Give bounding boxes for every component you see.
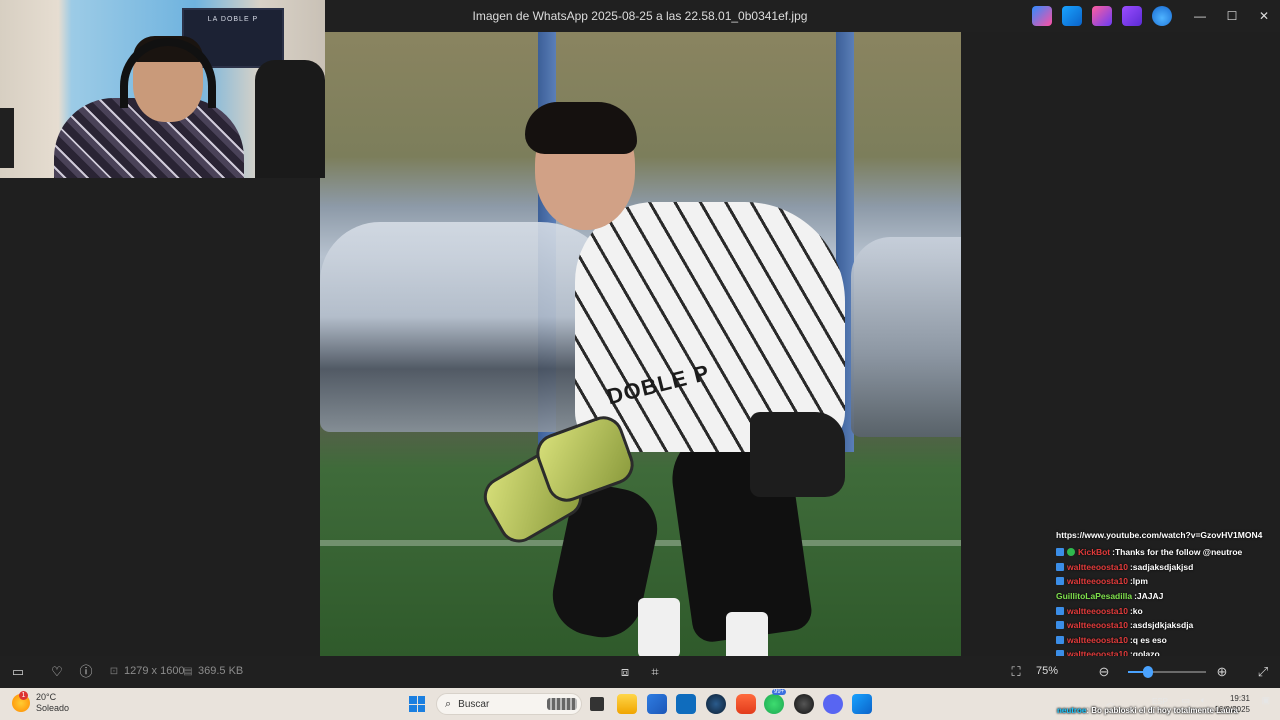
chat-caption: neutroe: Bo pabloski el dí hoy totalment…: [1057, 706, 1238, 715]
store-icon[interactable]: [647, 694, 667, 714]
bot-badge-icon: [1067, 548, 1075, 557]
chat-text: sadjaksdjakjsd: [1132, 561, 1194, 572]
chat-text: q es eso: [1132, 634, 1167, 645]
chat-username[interactable]: waltteeoosta10: [1067, 576, 1128, 586]
chat-username[interactable]: waltteeoosta10: [1067, 620, 1128, 630]
title-bar-apps: [1032, 6, 1172, 26]
chat-message: KickBot: Thanks for the follow @neutroe: [1056, 545, 1280, 560]
volume-icon[interactable]: 🔈︎: [1201, 695, 1206, 706]
chat-username[interactable]: waltteeoosta10: [1067, 606, 1128, 616]
zoom-slider[interactable]: [1128, 666, 1206, 678]
chat-badge-icon: [1056, 606, 1064, 615]
language-indicator[interactable]: ESP: [1152, 697, 1168, 706]
maximize-button[interactable]: ☐: [1216, 0, 1248, 32]
sun-icon: 1: [12, 691, 30, 712]
start-button[interactable]: [409, 696, 425, 712]
weather-temp: 20°C: [36, 692, 57, 702]
caption-text: : Bo pabloski el dí hoy totalmente Laura: [1086, 706, 1238, 715]
photo-viewer-image[interactable]: DOBLE P: [320, 32, 961, 656]
screen: { "window": { "title": "Imagen de WhatsA…: [0, 0, 1280, 720]
search-icon: ⌕: [445, 697, 452, 710]
chat-badge-icon: [1056, 577, 1064, 586]
network-icon[interactable]: ▭: [1181, 695, 1190, 706]
chat-text: Thanks for the follow @neutroe: [1114, 547, 1243, 558]
chat-text: ko: [1132, 605, 1143, 616]
caption-user: neutroe: [1057, 706, 1087, 715]
notifications-icon[interactable]: ▣: [1261, 695, 1270, 706]
poster-text: LA DOBLE P: [207, 16, 259, 23]
chat-message: waltteeoosta10: ko: [1056, 603, 1280, 618]
weather-alert-badge: 1: [19, 691, 28, 700]
whatsapp-icon[interactable]: 99+: [764, 689, 787, 714]
fullscreen-icon[interactable]: ⤢: [1255, 664, 1271, 680]
steam-icon[interactable]: [706, 694, 726, 714]
weather-widget[interactable]: 1 20°C Soleado: [12, 691, 69, 714]
brave-icon[interactable]: [736, 694, 756, 714]
clock-time: 19:31: [1229, 694, 1250, 703]
photos-taskbar-icon[interactable]: [852, 694, 872, 714]
chat-username[interactable]: KickBot: [1078, 547, 1110, 557]
sock-left: [638, 598, 680, 656]
chat-badge-icon: [1056, 635, 1064, 644]
chat-message: waltteeoosta10: q es eso: [1056, 633, 1280, 648]
info-icon[interactable]: ⓘ: [78, 664, 94, 680]
search-highlight-icon: [547, 698, 577, 710]
file-explorer-icon[interactable]: [617, 694, 637, 714]
whatsapp-badge: 99+: [772, 689, 787, 695]
chat-message: waltteeoosta10: lpm: [1056, 574, 1280, 589]
taskbar-search[interactable]: ⌕ Buscar: [436, 693, 582, 715]
close-button[interactable]: ✕: [1248, 0, 1280, 32]
window-controls: — ☐ ✕: [1184, 0, 1280, 32]
clipchamp-icon[interactable]: [1092, 6, 1112, 26]
gaming-chair: [255, 60, 325, 178]
fit-screen-icon[interactable]: ⛶: [1008, 664, 1024, 680]
task-view-icon[interactable]: [590, 697, 604, 711]
chat-badge-icon: [1056, 562, 1064, 571]
player-shorts: [750, 412, 845, 497]
discord-icon[interactable]: [823, 694, 843, 714]
chat-message: GuillitoLaPesadilla: JAJAJ: [1056, 589, 1280, 604]
chat-badge-icon: [1056, 548, 1064, 557]
designer-icon[interactable]: [1122, 6, 1142, 26]
chat-url: https://www.youtube.com/watch?v=GzovHV1M…: [1056, 530, 1263, 540]
chat-message: waltteeoosta10: asdsjdkjaksdja: [1056, 618, 1280, 633]
obs-icon[interactable]: [794, 694, 814, 714]
image-resolution: 1279 x 1600: [124, 665, 185, 677]
filmstrip-icon[interactable]: ▭: [10, 664, 26, 680]
chat-username[interactable]: GuillitoLaPesadilla: [1056, 591, 1132, 601]
chat-badge-icon: [1056, 621, 1064, 630]
favorite-heart-icon[interactable]: ♡: [49, 664, 65, 680]
file-size-icon: ▤: [183, 666, 193, 677]
webcam-overlay: LA DOBLE P: [0, 0, 325, 178]
outlook-icon[interactable]: [676, 694, 696, 714]
chat-message: waltteeoosta10: sadjaksdjakjsd: [1056, 560, 1280, 575]
taskbar: 1 20°C Soleado ⌕ Buscar 99+ ︿ ESP ▭ 🔈︎ 1…: [0, 688, 1280, 720]
chat-username[interactable]: waltteeoosta10: [1067, 635, 1128, 645]
zoom-out-icon[interactable]: ⊖: [1096, 664, 1112, 680]
viewer-toolbar: ▭ ♡ ⓘ ⊡ 1279 x 1600 ▤ 369.5 KB ⧈ ⌗ ⛶ 75%…: [0, 656, 1280, 688]
chat-text: JAJAJ: [1136, 591, 1164, 602]
photo-car-right: [851, 237, 961, 437]
minimize-button[interactable]: —: [1184, 0, 1216, 32]
microphone: [0, 108, 14, 168]
resolution-icon: ⊡: [109, 666, 119, 677]
chat-username[interactable]: waltteeoosta10: [1067, 562, 1128, 572]
text-scan-icon[interactable]: ⌗: [647, 664, 663, 680]
sock-right: [726, 612, 768, 656]
crop-icon[interactable]: ⧈: [617, 664, 633, 680]
chat-text: lpm: [1132, 576, 1148, 587]
weather-text: 20°C Soleado: [36, 692, 69, 714]
zoom-slider-thumb[interactable]: [1142, 666, 1153, 678]
weather-desc: Soleado: [36, 703, 70, 713]
photos-icon[interactable]: [1062, 6, 1082, 26]
zoom-level: 75%: [1036, 665, 1059, 677]
search-placeholder: Buscar: [458, 698, 490, 710]
player-hair: [525, 102, 637, 154]
copilot-icon[interactable]: [1032, 6, 1052, 26]
zoom-in-icon[interactable]: ⊕: [1214, 664, 1230, 680]
chat-text: asdsjdkjaksdja: [1132, 620, 1194, 631]
file-size: 369.5 KB: [198, 665, 244, 677]
onedrive-icon[interactable]: [1152, 6, 1172, 26]
